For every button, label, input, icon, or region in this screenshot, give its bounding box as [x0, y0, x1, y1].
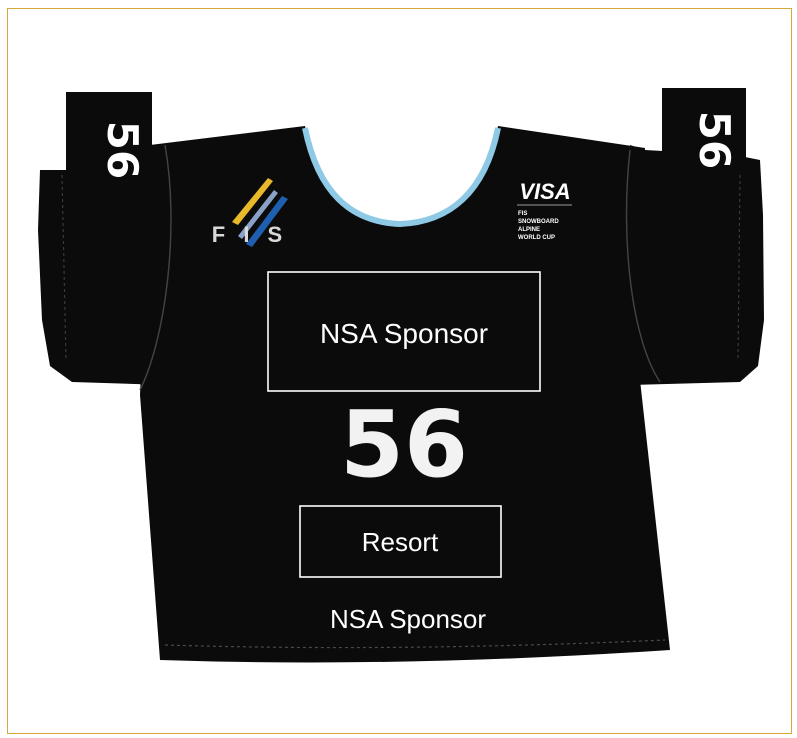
event-line-4: WORLD CUP: [518, 235, 555, 241]
event-line-1: FIS: [518, 211, 527, 217]
resort-label: Resort: [362, 527, 439, 557]
event-line-2: SNOWBOARD: [518, 219, 559, 225]
svg-text:F I S: F I S: [212, 222, 288, 247]
bib-number: 56: [340, 391, 468, 498]
right-sleeve: [630, 145, 764, 385]
bottom-sponsor-label: NSA Sponsor: [330, 604, 486, 634]
left-sleeve-number: 56: [98, 121, 147, 179]
right-sleeve-number: 56: [690, 111, 739, 169]
svg-text:VISA: VISA: [519, 179, 570, 204]
race-bib: 56 56 F I S VISA FIS SNOWBOARD ALPINE WO…: [38, 88, 764, 663]
event-line-3: ALPINE: [518, 227, 540, 233]
chest-sponsor-label: NSA Sponsor: [320, 318, 488, 349]
